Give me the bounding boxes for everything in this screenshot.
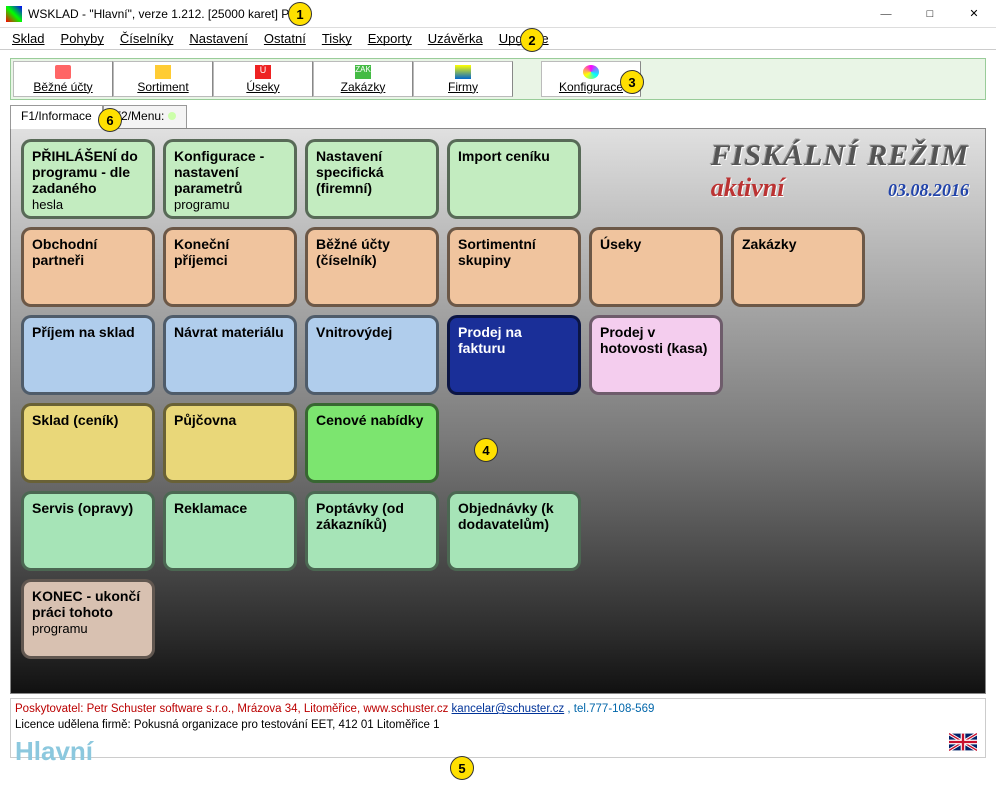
- tile-prijem-na-sklad[interactable]: Příjem na sklad: [21, 315, 155, 395]
- menu-uzaverka[interactable]: Uzávěrka: [420, 29, 491, 48]
- tile-cenove-nabidky[interactable]: Cenové nabídky: [305, 403, 439, 483]
- tile-bezne-ucty-ciselnik[interactable]: Běžné účty (číselník): [305, 227, 439, 307]
- tile-sklad-cenik[interactable]: Sklad (ceník): [21, 403, 155, 483]
- toolbar-zakazky[interactable]: ZAKZakázky: [313, 61, 413, 97]
- tile-sortimentni-skupiny[interactable]: Sortimentní skupiny: [447, 227, 581, 307]
- useky-icon: Ú: [255, 65, 271, 79]
- tile-prihlaseni[interactable]: PŘIHLÁŠENÍ do programu - dle zadanéhohes…: [21, 139, 155, 219]
- tile-obchodni-partneri[interactable]: Obchodní partneři: [21, 227, 155, 307]
- annotation-6: 6: [98, 108, 122, 132]
- footer-email-link[interactable]: kancelar@schuster.cz: [452, 703, 565, 715]
- firmy-icon: [455, 65, 471, 79]
- annotation-3: 3: [620, 70, 644, 94]
- fiscal-state: aktivní: [711, 173, 785, 203]
- tile-konecni-prijemci[interactable]: Koneční příjemci: [163, 227, 297, 307]
- menu-exporty[interactable]: Exporty: [360, 29, 420, 48]
- menu-sklad[interactable]: Sklad: [4, 29, 53, 48]
- maximize-button[interactable]: □: [908, 0, 952, 28]
- menu-ciselniky[interactable]: Číselníky: [112, 29, 181, 48]
- close-button[interactable]: ✕: [952, 0, 996, 28]
- fiscal-title: FISKÁLNÍ REŽIM: [711, 139, 969, 173]
- minimize-button[interactable]: —: [864, 0, 908, 28]
- zakazky-icon: ZAK: [355, 65, 371, 79]
- sortiment-icon: [155, 65, 171, 79]
- tile-navrat-materialu[interactable]: Návrat materiálu: [163, 315, 297, 395]
- fiscal-date: 03.08.2016: [888, 180, 969, 201]
- status-dot-icon: [168, 112, 176, 120]
- piggybank-icon: [55, 65, 71, 79]
- app-icon: [6, 6, 22, 22]
- window-titlebar: WSKLAD - "Hlavní", verze 1.212. [25000 k…: [0, 0, 996, 28]
- footer-provider: Poskytovatel: Petr Schuster software s.r…: [15, 701, 981, 717]
- tile-vnitrovydej[interactable]: Vnitrovýdej: [305, 315, 439, 395]
- tile-prodej-hotovosti[interactable]: Prodej v hotovosti (kasa): [589, 315, 723, 395]
- tab-informace[interactable]: F1/Informace: [10, 105, 103, 129]
- tile-nastaveni-firemni[interactable]: Nastavení specifická (firemní): [305, 139, 439, 219]
- toolbar-bezne-ucty[interactable]: Běžné účty: [13, 61, 113, 97]
- footer-licence: Licence udělena firmě: Pokusná organizac…: [15, 717, 981, 733]
- tile-servis[interactable]: Servis (opravy): [21, 491, 155, 571]
- menu-tisky[interactable]: Tisky: [314, 29, 360, 48]
- annotation-5: 5: [450, 756, 474, 780]
- tile-zakazky[interactable]: Zakázky: [731, 227, 865, 307]
- tile-import-ceniku[interactable]: Import ceníku: [447, 139, 581, 219]
- menu-pohyby[interactable]: Pohyby: [53, 29, 112, 48]
- tab-strip: F1/Informace F2/Menu:: [10, 104, 986, 128]
- toolbar-useky[interactable]: ÚÚseky: [213, 61, 313, 97]
- tile-pujcovna[interactable]: Půjčovna: [163, 403, 297, 483]
- menu-ostatni[interactable]: Ostatní: [256, 29, 314, 48]
- tile-objednavky[interactable]: Objednávky (k dodavatelům): [447, 491, 581, 571]
- annotation-4: 4: [474, 438, 498, 462]
- annotation-1: 1: [288, 2, 312, 26]
- window-controls: — □ ✕: [864, 0, 996, 28]
- uk-flag-icon[interactable]: [949, 733, 977, 751]
- toolbar-firmy[interactable]: Firmy: [413, 61, 513, 97]
- toolbar: Běžné účty Sortiment ÚÚseky ZAKZakázky F…: [10, 58, 986, 100]
- main-panel: FISKÁLNÍ REŽIM aktivní 03.08.2016 PŘIHLÁ…: [10, 128, 986, 694]
- tile-konfigurace[interactable]: Konfigurace -nastavení parametrůprogramu: [163, 139, 297, 219]
- tile-poptavky[interactable]: Poptávky (od zákazníků): [305, 491, 439, 571]
- window-title: WSKLAD - "Hlavní", verze 1.212. [25000 k…: [28, 7, 864, 21]
- annotation-2: 2: [520, 28, 544, 52]
- toolbar-sortiment[interactable]: Sortiment: [113, 61, 213, 97]
- footer-brand: Hlavní: [15, 733, 981, 769]
- tile-useky[interactable]: Úseky: [589, 227, 723, 307]
- tile-prodej-fakturu[interactable]: Prodej na fakturu: [447, 315, 581, 395]
- tile-reklamace[interactable]: Reklamace: [163, 491, 297, 571]
- tile-konec[interactable]: KONEC - ukončí práci tohotoprogramu: [21, 579, 155, 659]
- footer: Poskytovatel: Petr Schuster software s.r…: [10, 698, 986, 758]
- menu-bar: Sklad Pohyby Číselníky Nastavení Ostatní…: [0, 28, 996, 50]
- gear-icon: [583, 65, 599, 79]
- fiscal-status: FISKÁLNÍ REŽIM aktivní 03.08.2016: [711, 139, 969, 203]
- menu-nastaveni[interactable]: Nastavení: [181, 29, 256, 48]
